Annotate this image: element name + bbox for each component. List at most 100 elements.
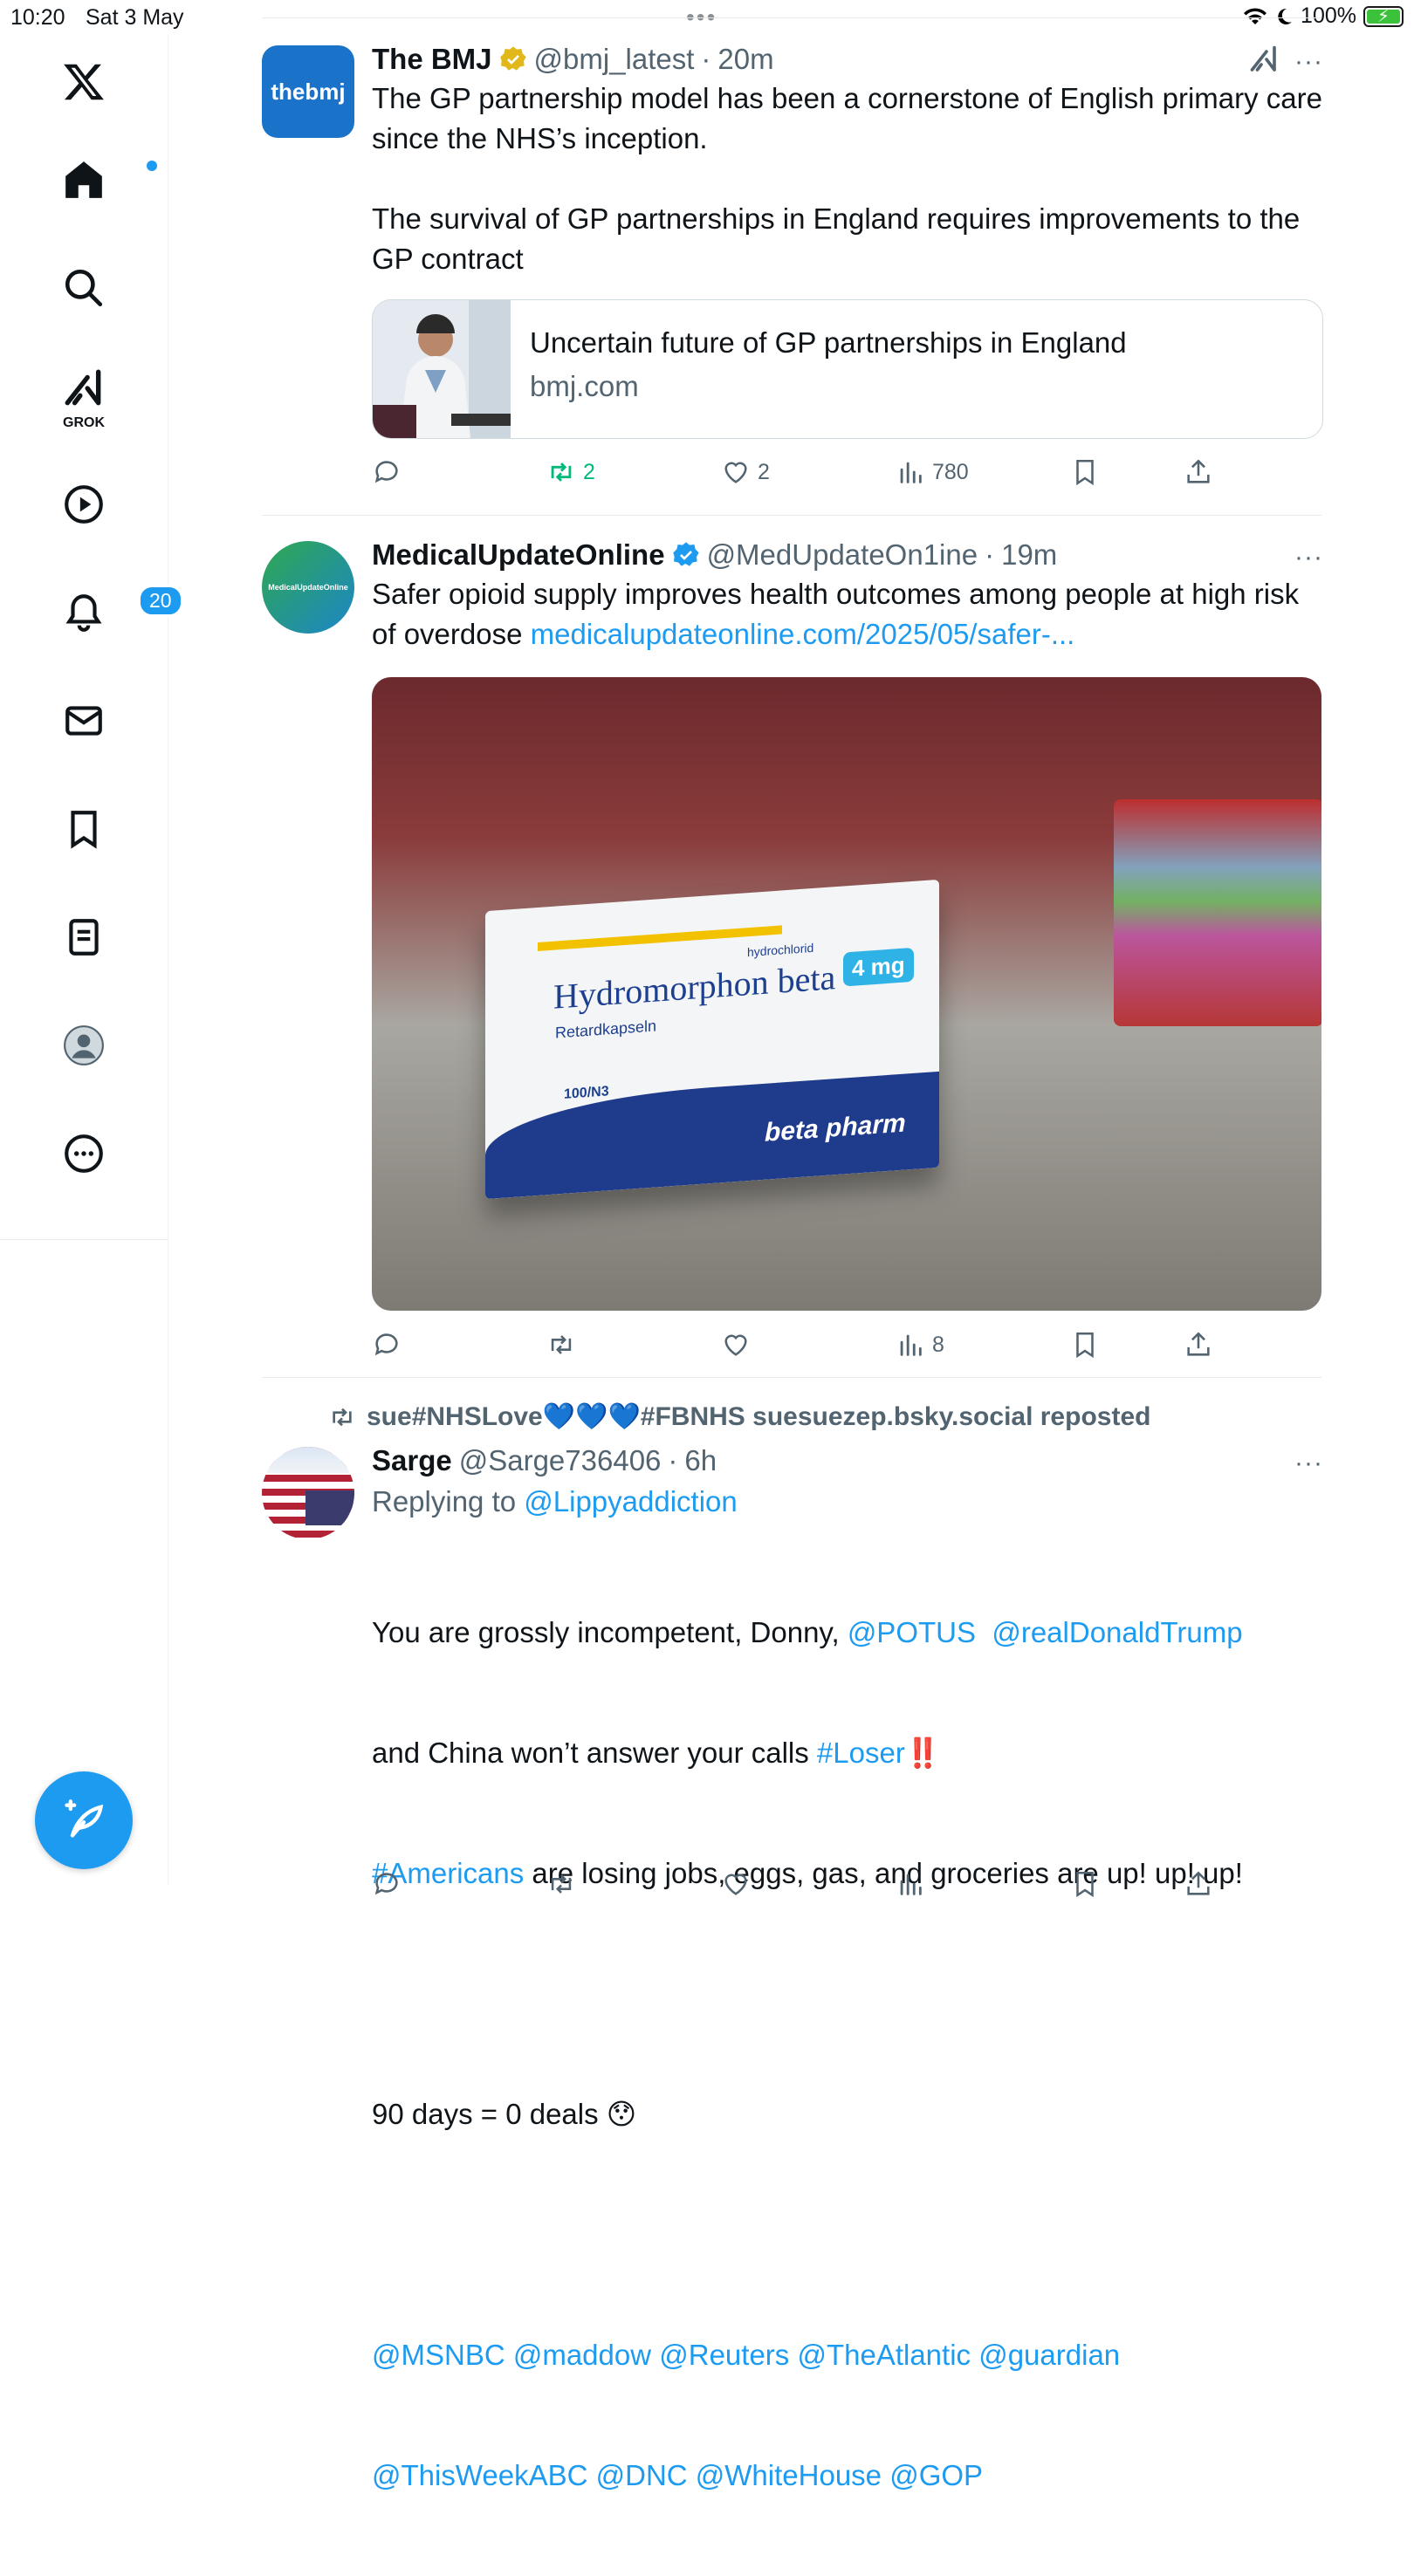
- repost-button[interactable]: [546, 1330, 576, 1360]
- link-card-domain: bmj.com: [530, 370, 639, 402]
- timestamp[interactable]: 6h: [684, 1444, 717, 1477]
- repost-count: 2: [583, 459, 595, 484]
- home-unread-dot: [147, 161, 157, 171]
- tweet-header: Sarge @Sarge736406 · 6h: [372, 1444, 717, 1477]
- media-sub: Retardkapseln: [555, 1017, 657, 1042]
- mentions-line-1[interactable]: @MSNBC @maddow @Reuters @TheAtlantic @gu…: [372, 2335, 1323, 2375]
- replying-to-link[interactable]: @Lippyaddiction: [524, 1485, 738, 1518]
- timestamp[interactable]: 19m: [1001, 538, 1057, 572]
- heart-icon: [724, 1874, 747, 1895]
- repost-button[interactable]: [546, 1869, 576, 1899]
- tweet-actions: [372, 1869, 1245, 1913]
- tweet-header: The BMJ @bmj_latest · 20m: [372, 43, 774, 76]
- handle[interactable]: @bmj_latest: [534, 43, 695, 76]
- timestamp[interactable]: 20m: [717, 43, 773, 76]
- reply-icon: [374, 1873, 398, 1895]
- display-name[interactable]: MedicalUpdateOnline: [372, 538, 665, 572]
- sidebar-item-more[interactable]: [52, 1122, 115, 1185]
- avatar[interactable]: [262, 1447, 354, 1539]
- media-medicine-box: hydrochlorid Hydromorphon beta 4 mg Reta…: [485, 879, 939, 1200]
- tweet-actions: 2 2 780: [372, 457, 1245, 501]
- sidebar-item-bookmarks[interactable]: [52, 798, 115, 860]
- heart-icon: [724, 462, 747, 483]
- bookmark-button[interactable]: [1070, 1869, 1100, 1899]
- media-dose: 4 mg: [843, 947, 914, 987]
- compose-button[interactable]: [35, 1771, 133, 1869]
- like-button[interactable]: [721, 1869, 751, 1899]
- sidebar: GROK 20: [0, 35, 183, 1885]
- sidebar-divider: [0, 1239, 168, 1240]
- x-logo-icon[interactable]: [52, 51, 115, 113]
- avatar[interactable]: thebmj: [262, 45, 354, 138]
- reply-icon: [374, 1333, 398, 1356]
- bookmark-button[interactable]: [1070, 457, 1100, 487]
- views-button[interactable]: 780: [896, 457, 969, 487]
- display-name[interactable]: Sarge: [372, 1444, 452, 1477]
- link-card-title: Uncertain future of GP partnerships in E…: [530, 326, 1127, 359]
- views-icon: [900, 1874, 922, 1895]
- repost-icon: [551, 1335, 572, 1354]
- reply-button[interactable]: [372, 457, 402, 487]
- link-card[interactable]: Uncertain future of GP partnerships in E…: [372, 299, 1323, 439]
- sidebar-item-grok[interactable]: GROK: [52, 365, 115, 430]
- link-card-thumbnail: [373, 300, 511, 438]
- notifications-badge: 20: [138, 585, 183, 617]
- reposted-by[interactable]: sue#NHSLove💙💙💙#FBNHS suesuezep.bsky.soci…: [367, 1401, 1150, 1432]
- reply-button[interactable]: [372, 1869, 402, 1899]
- tweet-header: MedicalUpdateOnline @MedUpdateOn1ine · 1…: [372, 538, 1058, 572]
- play-icon: [65, 485, 103, 524]
- avatar-logo: thebmj: [271, 78, 346, 105]
- handle[interactable]: @Sarge736406: [459, 1444, 662, 1477]
- repost-icon: [551, 1874, 572, 1894]
- handle[interactable]: @MedUpdateOn1ine: [707, 538, 978, 572]
- sidebar-item-notifications[interactable]: 20: [52, 581, 183, 644]
- mention-realdonaldtrump[interactable]: @realDonaldTrump: [992, 1616, 1242, 1648]
- grok-label: GROK: [63, 415, 105, 430]
- home-icon: [65, 161, 102, 198]
- tweet-media-image[interactable]: hydrochlorid Hydromorphon beta 4 mg Reta…: [372, 677, 1321, 1311]
- like-button[interactable]: [721, 1330, 751, 1360]
- views-button[interactable]: 8: [896, 1330, 944, 1360]
- reply-button[interactable]: [372, 1330, 402, 1360]
- tweet-text: The GP partnership model has been a corn…: [372, 82, 1322, 275]
- share-button[interactable]: [1184, 1330, 1213, 1360]
- flag-avatar-image: [262, 1447, 354, 1539]
- mention-potus[interactable]: @POTUS: [848, 1616, 976, 1648]
- media-books: [1114, 799, 1321, 1026]
- sidebar-item-messages[interactable]: [52, 689, 115, 752]
- share-button[interactable]: [1184, 1869, 1213, 1899]
- moon-icon: [1278, 8, 1293, 24]
- tweet-text: Safer opioid supply improves health outc…: [372, 578, 1308, 650]
- tweet-link[interactable]: medicalupdateonline.com/2025/05/safer-..…: [531, 618, 1075, 650]
- media-brand: Hydromorphon beta: [553, 957, 836, 1017]
- reply-icon: [374, 461, 398, 483]
- avatar[interactable]: MedicalUpdateOnline: [262, 541, 354, 634]
- tweet-actions: 8: [372, 1330, 1245, 1374]
- more-options-icon[interactable]: ···: [1294, 47, 1323, 77]
- mentions-line-2[interactable]: @ThisWeekABC @DNC @WhiteHouse @GOP: [372, 2456, 1323, 2496]
- more-options-icon[interactable]: ···: [1294, 1449, 1323, 1478]
- share-button[interactable]: [1184, 457, 1213, 487]
- sidebar-item-video[interactable]: [52, 473, 115, 536]
- tweet-text: You are grossly incompetent, Donny, @POT…: [372, 1532, 1323, 2576]
- bookmark-button[interactable]: [1070, 1330, 1100, 1360]
- sidebar-item-lists[interactable]: [52, 906, 115, 969]
- like-count: 2: [758, 459, 770, 484]
- media-small-text: hydrochlorid: [747, 940, 814, 960]
- grok-explain-icon[interactable]: [1248, 44, 1280, 79]
- sidebar-item-home[interactable]: [52, 148, 157, 211]
- views-button[interactable]: [896, 1869, 925, 1899]
- verified-blue-icon: [672, 542, 699, 566]
- like-button[interactable]: 2: [721, 457, 770, 487]
- battery-percent: 100%: [1301, 3, 1356, 28]
- sidebar-item-profile[interactable]: [52, 1014, 115, 1077]
- share-icon: [1187, 459, 1210, 483]
- display-name[interactable]: The BMJ: [372, 43, 492, 76]
- repost-button[interactable]: 2: [546, 457, 595, 487]
- feed-top-divider: [262, 17, 1321, 18]
- more-options-icon[interactable]: ···: [1294, 543, 1323, 572]
- avatar-icon: [64, 1025, 104, 1065]
- share-icon: [1187, 1332, 1210, 1356]
- hashtag-loser[interactable]: #Loser: [817, 1737, 905, 1769]
- sidebar-item-search[interactable]: [52, 257, 115, 319]
